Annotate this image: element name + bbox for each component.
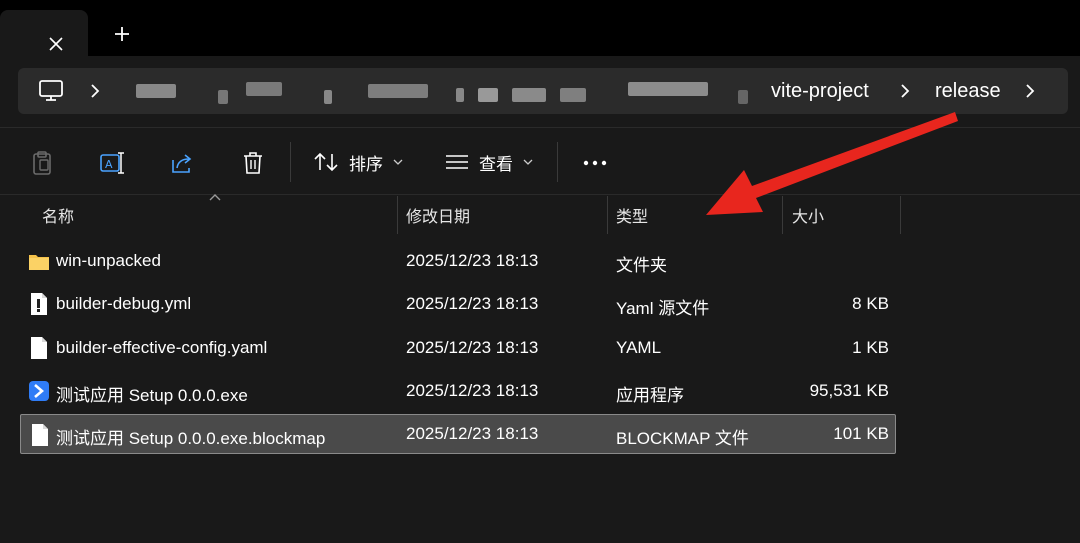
breadcrumb-chevron-icon[interactable] — [898, 80, 912, 102]
file-name: win-unpacked — [56, 251, 161, 270]
breadcrumb-vite-project[interactable]: vite-project — [771, 80, 869, 103]
column-header-size[interactable]: 大小 — [792, 198, 824, 232]
file-modified: 2025/12/23 18:13 — [406, 338, 539, 357]
file-size: 1 KB — [852, 338, 889, 357]
column-separator[interactable] — [397, 196, 398, 234]
yaml-file-icon — [31, 293, 47, 315]
view-label: 查看 — [479, 154, 513, 174]
plus-icon — [115, 27, 129, 41]
breadcrumb-chevron-icon[interactable] — [88, 80, 102, 102]
file-row[interactable]: 测试应用 Setup 0.0.0.exe 2025/12/23 18:13 应用… — [20, 371, 896, 411]
this-pc-icon[interactable] — [38, 79, 64, 103]
file-row[interactable]: builder-effective-config.yaml 2025/12/23… — [20, 328, 896, 368]
redacted-path — [128, 76, 778, 106]
file-modified: 2025/12/23 18:13 — [406, 381, 539, 400]
toolbar-divider — [290, 142, 291, 182]
view-list-icon — [446, 155, 468, 169]
file-row-selected[interactable]: 测试应用 Setup 0.0.0.exe.blockmap 2025/12/23… — [20, 414, 896, 454]
rename-icon[interactable]: A — [99, 150, 125, 176]
more-options-icon[interactable] — [582, 150, 608, 176]
address-bar[interactable]: vite-project release — [18, 68, 1068, 114]
close-tab-button[interactable] — [44, 32, 68, 56]
file-icon — [31, 337, 47, 359]
file-type: 文件夹 — [616, 256, 667, 275]
breadcrumb-release[interactable]: release — [935, 80, 1001, 103]
file-name: builder-effective-config.yaml — [56, 338, 268, 357]
file-type: BLOCKMAP 文件 — [616, 429, 749, 448]
file-name: 测试应用 Setup 0.0.0.exe.blockmap — [56, 429, 326, 448]
file-size: 8 KB — [852, 294, 889, 313]
sort-label: 排序 — [349, 154, 383, 174]
tab-strip — [0, 0, 1080, 56]
share-icon[interactable] — [169, 150, 195, 176]
file-row[interactable]: win-unpacked 2025/12/23 18:13 文件夹 — [20, 241, 896, 281]
folder-icon — [29, 255, 49, 270]
close-icon — [49, 37, 63, 51]
sort-ascending-icon — [209, 194, 221, 201]
column-header-modified[interactable]: 修改日期 — [406, 198, 470, 232]
breadcrumb-chevron-icon[interactable] — [1023, 80, 1037, 102]
column-separator[interactable] — [607, 196, 608, 234]
sort-button[interactable]: 排序 — [313, 146, 403, 178]
file-type: Yaml 源文件 — [616, 299, 710, 318]
file-modified: 2025/12/23 18:13 — [406, 294, 539, 313]
column-header-type[interactable]: 类型 — [616, 198, 648, 232]
column-header-name[interactable]: 名称 — [42, 198, 74, 232]
file-size: 101 KB — [833, 424, 889, 443]
new-tab-button[interactable] — [110, 22, 134, 46]
file-type: YAML — [616, 338, 662, 357]
paste-icon[interactable] — [29, 150, 55, 176]
file-size: 95,531 KB — [809, 381, 889, 400]
command-bar: A 排序 查看 — [0, 127, 1080, 195]
view-button[interactable]: 查看 — [445, 146, 533, 178]
sort-icon — [314, 152, 338, 172]
svg-text:A: A — [105, 158, 113, 171]
toolbar-divider — [557, 142, 558, 182]
file-name: builder-debug.yml — [56, 294, 192, 313]
file-modified: 2025/12/23 18:13 — [406, 424, 539, 443]
file-icon — [32, 424, 48, 446]
chevron-down-icon — [523, 159, 533, 165]
chevron-down-icon — [393, 159, 403, 165]
tab-current[interactable] — [0, 10, 88, 56]
column-separator[interactable] — [900, 196, 901, 234]
file-type: 应用程序 — [616, 386, 684, 405]
file-name: 测试应用 Setup 0.0.0.exe — [56, 386, 248, 405]
column-separator[interactable] — [782, 196, 783, 234]
app-icon — [29, 381, 49, 401]
file-row[interactable]: builder-debug.yml 2025/12/23 18:13 Yaml … — [20, 284, 896, 324]
file-modified: 2025/12/23 18:13 — [406, 251, 539, 270]
delete-icon[interactable] — [240, 150, 266, 176]
